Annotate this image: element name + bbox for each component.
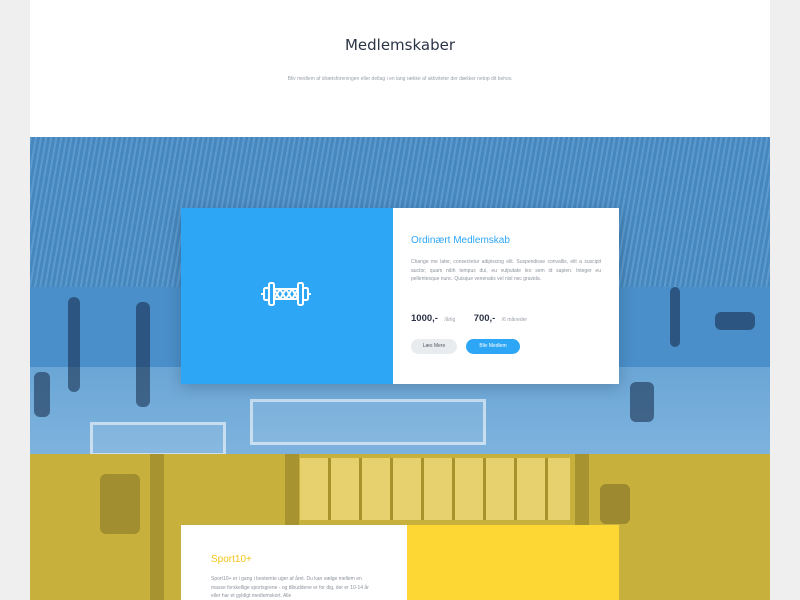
price-row: 1000,- /årlig 700,- /6 måneder xyxy=(411,308,606,326)
price-period: /årlig xyxy=(444,317,456,323)
page: Medlemskaber Bliv medlem af idrætsforeni… xyxy=(30,0,770,600)
gymnast-figure xyxy=(68,297,80,392)
sport-hero: Sport10+ Sport10+ er i gang i bestemte u… xyxy=(30,454,770,600)
read-more-button[interactable]: Læs Mere xyxy=(411,339,457,354)
card-body: Ordinært Medlemskab Change me later, con… xyxy=(411,208,606,384)
gymnast-figure xyxy=(670,287,680,347)
card-icon-panel xyxy=(181,208,393,384)
card-description: Change me later, consectetur adipiscing … xyxy=(411,259,601,282)
spectators xyxy=(715,312,755,330)
join-button[interactable]: Bliv Medlem xyxy=(466,339,520,354)
membership-card: Ordinært Medlemskab Change me later, con… xyxy=(181,208,619,384)
floor-mat xyxy=(90,422,226,454)
page-title: Medlemskaber xyxy=(344,36,456,54)
hall-windows xyxy=(300,458,570,520)
wall-art xyxy=(600,484,630,524)
sport-card: Sport10+ Sport10+ er i gang i bestemte u… xyxy=(181,525,619,600)
price-half-year: 700,- /6 måneder xyxy=(474,308,527,326)
sport-card-description: Sport10+ er i gang i bestemte uger af år… xyxy=(211,576,369,599)
intro-section: Medlemskaber Bliv medlem af idrætsforeni… xyxy=(30,0,770,137)
membership-hero: Ordinært Medlemskab Change me later, con… xyxy=(30,137,770,454)
sport-card-title: Sport10+ xyxy=(211,554,252,565)
price-amount: 700,- xyxy=(473,313,496,324)
price-yearly: 1000,- /årlig xyxy=(411,308,455,326)
card-title: Ordinært Medlemskab xyxy=(411,235,510,246)
floor-mat xyxy=(250,399,486,445)
sport-card-color-panel xyxy=(407,525,619,600)
gymnast-figure xyxy=(136,302,150,407)
hall-pillar xyxy=(150,454,164,600)
price-amount: 1000,- xyxy=(411,313,438,324)
page-subtitle: Bliv medlem af idrætsforeningen eller de… xyxy=(287,76,513,82)
gymnast-figure xyxy=(34,372,50,417)
price-period: /6 måneder xyxy=(501,317,528,323)
gymnast-figure xyxy=(630,382,654,422)
wall-art xyxy=(100,474,140,534)
barbell-icon xyxy=(261,282,311,306)
